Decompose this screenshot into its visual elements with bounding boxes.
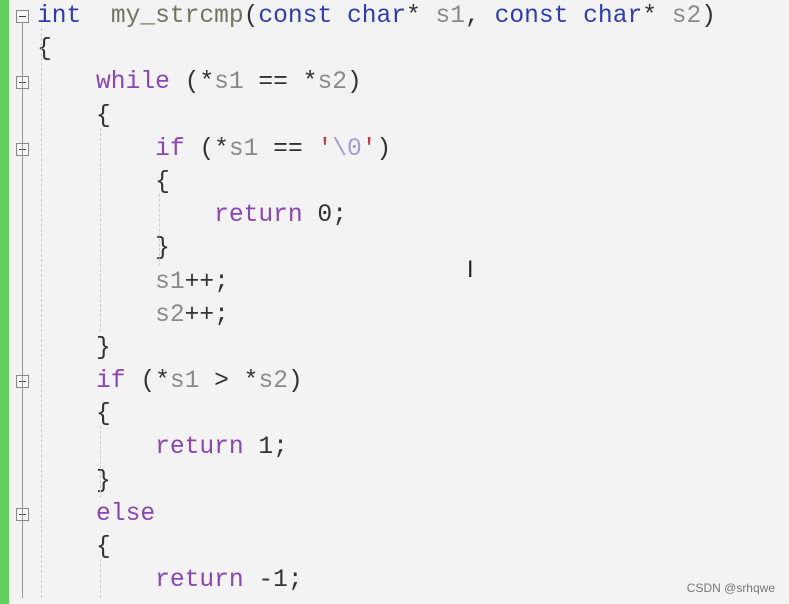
code-token: else [96, 500, 156, 528]
code-token: -1; [243, 567, 303, 595]
code-line[interactable]: if (*s1 == '\0') [37, 133, 716, 166]
code-token: \0 [332, 135, 362, 163]
collapse-toggle-icon[interactable] [16, 10, 29, 23]
code-token: ) [287, 368, 303, 396]
code-line[interactable]: } [37, 232, 716, 265]
code-token: ) [376, 135, 392, 163]
code-token: const [494, 3, 569, 30]
code-line[interactable]: s1++; [37, 266, 716, 299]
code-token: s1 [228, 135, 259, 163]
code-token: ) [346, 69, 362, 97]
code-token: (* [169, 69, 215, 97]
code-token: s2 [671, 3, 702, 30]
code-token: 1; [243, 434, 288, 462]
code-line[interactable]: } [37, 465, 716, 498]
code-line[interactable]: int my_strcmp(const char* s1, const char… [37, 0, 716, 33]
watermark: CSDN @srhqwe [686, 581, 775, 595]
code-token: s2 [317, 69, 347, 97]
code-token: { [37, 36, 52, 64]
code-line[interactable]: { [37, 166, 716, 199]
code-token: while [96, 69, 170, 97]
indent-guide [100, 559, 102, 598]
code-token: ) [701, 3, 717, 30]
code-token: s1 [435, 3, 466, 30]
code-token: 0; [302, 202, 347, 230]
indent-guide [41, 28, 42, 598]
code-token: my_strcmp [110, 3, 244, 30]
code-token: ( [243, 3, 259, 30]
code-token: { [96, 534, 111, 561]
fold-line [22, 521, 23, 598]
code-token: ++; [184, 301, 229, 329]
code-line[interactable]: return 0; [37, 199, 716, 232]
indent-guide [159, 194, 161, 266]
code-token: const [258, 3, 333, 30]
code-token: ++; [184, 268, 229, 296]
code-line[interactable]: { [37, 531, 716, 564]
text-cursor-icon: I [467, 258, 474, 283]
code-token: (* [125, 368, 170, 396]
code-token: return [155, 567, 244, 595]
indent-guide [100, 127, 102, 332]
code-line[interactable]: s2++; [37, 299, 716, 332]
code-line[interactable]: { [37, 33, 716, 66]
code-token: char [583, 3, 643, 30]
code-token: , [465, 3, 495, 30]
fold-line [22, 155, 23, 249]
code-token: == [258, 135, 318, 163]
code-line[interactable]: else [37, 498, 716, 531]
change-indicator-bar [0, 0, 9, 604]
indent-guide [100, 426, 102, 498]
code-line[interactable]: { [37, 100, 716, 133]
code-line[interactable]: return 1; [37, 431, 716, 464]
code-token: == * [243, 69, 318, 97]
code-editor[interactable]: int my_strcmp(const char* s1, const char… [37, 0, 716, 597]
code-token: * [406, 3, 436, 30]
code-token: int [37, 3, 82, 30]
code-token: ' [361, 135, 377, 163]
code-token: s1 [155, 268, 185, 296]
code-token: } [96, 334, 111, 362]
code-token: { [96, 401, 111, 429]
code-token: (* [184, 135, 229, 163]
code-token: return [155, 434, 244, 462]
code-line[interactable]: { [37, 398, 716, 431]
code-token: } [155, 235, 170, 263]
code-token: s1 [169, 368, 200, 396]
fold-line [22, 388, 23, 482]
code-line[interactable]: if (*s1 > *s2) [37, 365, 716, 398]
code-token: } [96, 467, 111, 495]
code-line[interactable]: return -1; [37, 564, 716, 597]
code-token: s1 [214, 69, 244, 97]
code-token: if [96, 368, 126, 396]
code-token: { [96, 102, 111, 130]
code-line[interactable]: while (*s1 == *s2) [37, 66, 716, 99]
code-token: { [155, 168, 170, 196]
code-token: ' [317, 135, 333, 163]
code-token: * [642, 3, 672, 30]
code-token: return [214, 202, 303, 230]
code-token: char [346, 3, 407, 30]
code-token: if [155, 135, 185, 163]
code-token: s2 [258, 368, 288, 396]
code-token: > * [199, 368, 259, 396]
code-line[interactable]: } [37, 332, 716, 365]
code-token: s2 [155, 301, 185, 329]
